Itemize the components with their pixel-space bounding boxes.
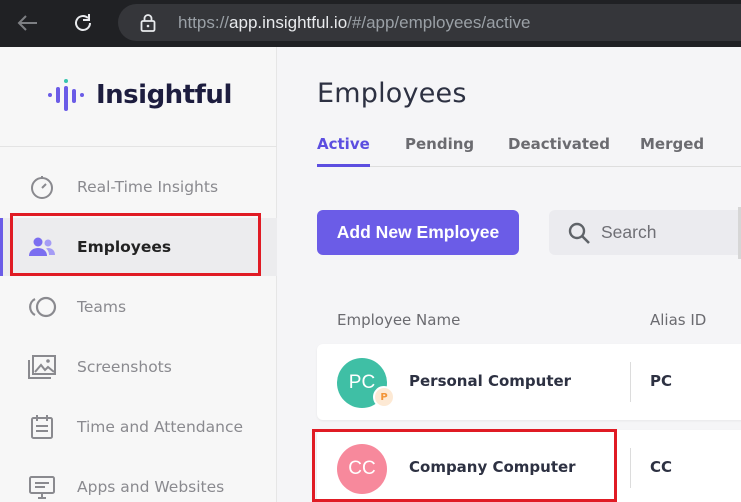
alias-id: PC <box>650 372 673 390</box>
tab-pending[interactable]: Pending <box>405 135 474 167</box>
column-header-employee-name[interactable]: Employee Name <box>337 311 460 329</box>
sidebar-item-label: Apps and Websites <box>77 478 225 496</box>
browser-toolbar: https://app.insightful.io/#/app/employee… <box>0 0 741 47</box>
add-new-employee-button[interactable]: Add New Employee <box>317 210 519 255</box>
active-indicator <box>0 218 3 276</box>
table-row[interactable]: PC P Personal Computer PC <box>317 344 741 420</box>
sidebar-item-real-time-insights[interactable]: Real-Time Insights <box>0 158 277 216</box>
sidebar-item-label: Real-Time Insights <box>77 178 219 196</box>
employee-name[interactable]: Personal Computer <box>409 372 571 390</box>
sidebar-divider <box>0 146 277 147</box>
sidebar-item-label: Screenshots <box>77 358 172 376</box>
sidebar-item-label: Time and Attendance <box>77 418 244 436</box>
calendar-icon <box>27 413 57 441</box>
teams-icon <box>27 293 57 321</box>
sidebar-item-time-and-attendance[interactable]: Time and Attendance <box>0 398 277 456</box>
sidebar-item-screenshots[interactable]: Screenshots <box>0 338 277 396</box>
search-input[interactable]: Search <box>549 210 741 255</box>
tab-active[interactable]: Active <box>317 135 370 167</box>
logo-mark-icon <box>48 79 84 111</box>
images-icon <box>27 353 57 381</box>
page-title: Employees <box>317 78 467 109</box>
status-tabs: Active Pending Deactivated Merged <box>317 135 741 167</box>
sidebar-item-teams[interactable]: Teams <box>0 278 277 336</box>
alias-id: CC <box>650 458 673 476</box>
column-header-alias-id[interactable]: Alias ID <box>650 311 706 329</box>
search-placeholder: Search <box>601 222 657 242</box>
app-logo[interactable]: Insightful <box>46 77 232 113</box>
tab-merged[interactable]: Merged <box>640 135 704 167</box>
personal-badge: P <box>373 386 395 408</box>
reload-icon[interactable] <box>68 8 98 38</box>
sidebar-item-apps-and-websites[interactable]: Apps and Websites <box>0 458 277 502</box>
annotation-highlight-company-computer <box>312 429 617 502</box>
gauge-icon <box>27 173 57 201</box>
search-icon <box>568 222 590 244</box>
address-bar[interactable]: https://app.insightful.io/#/app/employee… <box>118 4 741 41</box>
logo-text: Insightful <box>96 80 232 110</box>
url-text: https://app.insightful.io/#/app/employee… <box>178 12 531 32</box>
tab-deactivated[interactable]: Deactivated <box>508 135 610 167</box>
back-arrow-icon[interactable] <box>12 8 42 38</box>
lock-icon <box>140 13 160 33</box>
column-divider <box>630 362 631 402</box>
monitor-icon <box>27 473 57 501</box>
sidebar-item-label: Teams <box>77 298 127 316</box>
column-divider <box>630 448 631 488</box>
annotation-highlight-employees <box>10 213 261 276</box>
